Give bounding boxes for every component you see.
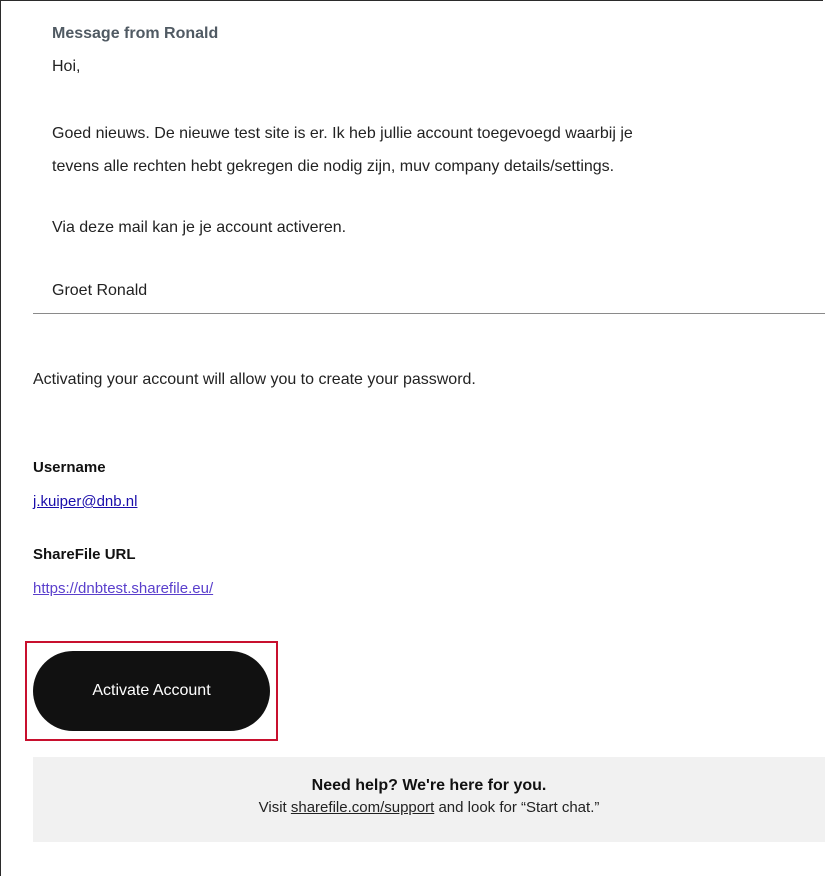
activate-account-button[interactable]: Activate Account [33,651,270,731]
personal-message-box: Message from Ronald Hoi, Goed nieuws. De… [33,0,825,314]
username-label: Username [33,459,106,476]
help-title: Need help? We're here for you. [311,777,547,794]
sharefile-url-link[interactable]: https://dnbtest.sharefile.eu/ [33,580,213,597]
activate-account-label: Activate Account [92,682,211,699]
help-text-suffix: and look for “Start chat.” [434,799,600,816]
help-text-prefix: Visit [258,799,291,816]
support-link[interactable]: sharefile.com/support [291,799,434,816]
message-signoff: Groet Ronald [52,282,148,299]
message-paragraph-line-2: tevens alle rechten hebt gekregen die no… [52,158,615,175]
message-paragraph-line-1: Goed nieuws. De nieuwe test site is er. … [52,125,633,142]
username-link[interactable]: j.kuiper@dnb.nl [33,493,137,510]
message-greeting: Hoi, [52,58,81,75]
message-header: Message from Ronald [52,25,219,42]
message-paragraph-2: Via deze mail kan je je account activere… [52,219,347,236]
intro-text: Activating your account will allow you t… [33,371,476,388]
help-text: Visit sharefile.com/support and look for… [33,799,825,816]
help-section: Need help? We're here for you. Visit sha… [33,757,825,842]
sharefile-url-label: ShareFile URL [33,546,136,563]
